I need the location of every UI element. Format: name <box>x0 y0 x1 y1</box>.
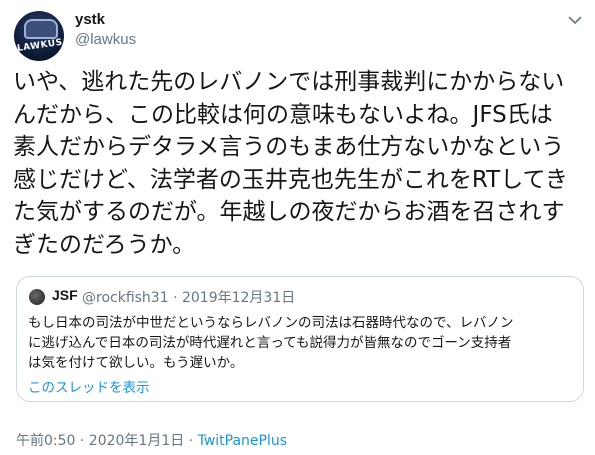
show-thread-link[interactable]: このスレッドを表示 <box>28 376 150 396</box>
chevron-down-icon[interactable] <box>566 11 584 29</box>
author-handle[interactable]: @lawkus <box>75 31 136 48</box>
avatar-logo-text: LAWKUS <box>16 37 64 55</box>
quoted-tweet-text: もし日本の司法が中世だというならレバノンの司法は石器時代なので、レバノン に逃げ… <box>28 315 514 371</box>
quoted-author-avatar[interactable] <box>29 289 45 305</box>
author-display-name[interactable]: ystk <box>75 11 105 28</box>
author-avatar[interactable]: LAWKUS <box>14 11 64 61</box>
tweet-footer: 午前0:50 · 2020年1月1日 · TwitPanePlus <box>16 430 287 450</box>
quoted-tweet[interactable]: JSF @rockfish31 · 2019年12月31日 もし日本の司法が中世… <box>16 276 584 402</box>
quoted-author-meta: @rockfish31 · 2019年12月31日 <box>82 290 296 306</box>
helmet-icon <box>24 19 58 39</box>
tweet-timestamp[interactable]: 午前0:50 · 2020年1月1日 · <box>16 433 198 449</box>
tweet-text: いや、逃れた先のレバノンでは刑事裁判にかからない んだから、この比較は何の意味も… <box>13 69 568 258</box>
quoted-author-name[interactable]: JSF <box>52 287 78 303</box>
tweet-client-link[interactable]: TwitPanePlus <box>198 433 287 449</box>
tweet-card: LAWKUS ystk @lawkus いや、逃れた先のレバノンでは刑事裁判にか… <box>0 0 595 455</box>
